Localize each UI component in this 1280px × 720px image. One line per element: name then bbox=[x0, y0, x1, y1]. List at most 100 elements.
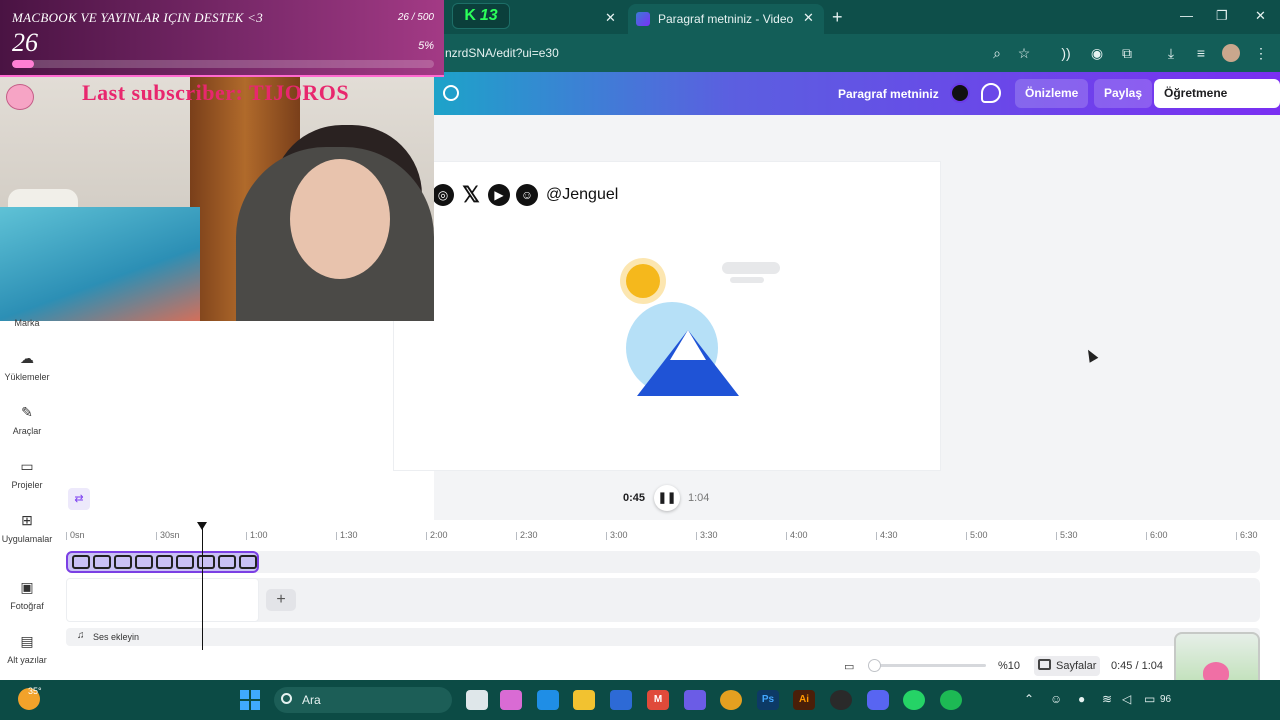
close-tab-icon[interactable]: ✕ bbox=[605, 10, 616, 26]
file-explorer-icon[interactable] bbox=[466, 690, 488, 710]
sidebar-item-label: Projeler bbox=[11, 480, 43, 490]
comment-icon[interactable] bbox=[981, 83, 1001, 103]
canva-header: Paragraf metniniz Önizleme Paylaş Öğretm… bbox=[434, 72, 1280, 129]
window-close-icon[interactable]: ✕ bbox=[1255, 8, 1266, 24]
canva-favicon-icon bbox=[636, 12, 650, 26]
minimize-icon[interactable]: — bbox=[1180, 8, 1193, 23]
mountain-snowcap-graphic bbox=[670, 330, 706, 360]
clip-icon bbox=[72, 555, 90, 569]
webcam-streamer-face bbox=[290, 159, 390, 279]
clip-frame bbox=[92, 555, 111, 569]
captions-icon: ▤ bbox=[20, 633, 34, 649]
edge-icon[interactable] bbox=[537, 690, 559, 710]
add-audio-label[interactable]: Ses ekleyin bbox=[93, 632, 139, 642]
cloud-graphic-small[interactable] bbox=[730, 277, 764, 283]
sidebar-item-brand[interactable]: Marka bbox=[0, 318, 54, 328]
weather-temp: 35° bbox=[28, 686, 42, 696]
copilot-icon[interactable] bbox=[500, 690, 522, 710]
x-twitter-icon: 𝕏 bbox=[462, 182, 480, 207]
illustrator-icon[interactable]: Ai bbox=[793, 690, 815, 710]
read-aloud-icon[interactable]: )) bbox=[1057, 44, 1075, 62]
goal-current: 26 bbox=[12, 28, 38, 57]
pause-button[interactable]: ❚❚ bbox=[654, 485, 680, 511]
volume-icon[interactable]: ◁ bbox=[1122, 692, 1131, 706]
zoom-slider[interactable] bbox=[870, 664, 986, 667]
notes-icon[interactable]: ▭ bbox=[844, 660, 854, 673]
social-handle: @Jenguel bbox=[546, 186, 619, 203]
ai-app-icon[interactable] bbox=[684, 690, 706, 710]
clip-frame bbox=[197, 555, 216, 569]
outlook-icon[interactable] bbox=[610, 690, 632, 710]
sun-graphic[interactable] bbox=[626, 264, 660, 298]
url-text[interactable]: nzrdSNA/edit?ui=e30 bbox=[445, 46, 559, 60]
kirby-sticker-icon bbox=[6, 84, 34, 110]
battery-icon[interactable]: ▭ bbox=[1144, 692, 1155, 706]
media-control-icon[interactable]: ≡ bbox=[1192, 44, 1210, 62]
sidebar-item-uploads[interactable]: ☁ Yüklemeler bbox=[0, 350, 54, 382]
time-readout: 0:45 / 1:04 bbox=[1111, 660, 1163, 672]
whatsapp-icon[interactable] bbox=[903, 690, 925, 710]
cloud-upload-icon: ☁ bbox=[20, 350, 34, 366]
new-tab-icon[interactable]: + bbox=[832, 7, 843, 28]
playhead[interactable] bbox=[202, 524, 203, 650]
total-time: 1:04 bbox=[688, 492, 710, 504]
bookmark-star-icon[interactable]: ☆ bbox=[1015, 44, 1033, 62]
music-note-icon: ♫ bbox=[77, 630, 85, 641]
apps-grid-icon: ⊞ bbox=[21, 512, 33, 528]
clip-frame bbox=[134, 555, 153, 569]
send-to-teacher-button[interactable]: Öğretmene gönder bbox=[1154, 79, 1280, 129]
cloud-saved-icon[interactable] bbox=[443, 85, 459, 101]
download-icon[interactable]: ⤓ bbox=[1162, 44, 1180, 62]
clip-frame bbox=[155, 555, 174, 569]
video-clip[interactable] bbox=[66, 551, 259, 573]
photoshop-icon[interactable]: Ps bbox=[757, 690, 779, 710]
resize-canvas-icon[interactable]: ⇄ bbox=[68, 488, 90, 510]
wifi-icon[interactable]: ≋ bbox=[1102, 692, 1112, 706]
folder-icon[interactable] bbox=[573, 690, 595, 710]
sidebar-item-apps[interactable]: ⊞ Uygulamalar bbox=[0, 512, 54, 544]
microphone-icon[interactable]: ● bbox=[1078, 692, 1085, 706]
cloud-graphic[interactable] bbox=[722, 262, 780, 274]
spotify-icon[interactable] bbox=[940, 690, 962, 710]
timeline-tick-label: 1:30 bbox=[336, 530, 358, 540]
windows-start-icon[interactable] bbox=[240, 690, 260, 710]
obs-icon[interactable] bbox=[830, 690, 852, 710]
audio-track[interactable] bbox=[66, 628, 1260, 646]
maximize-icon[interactable]: ❐ bbox=[1216, 8, 1228, 24]
timeline-ruler[interactable]: 0sn 30sn 1:00 1:30 2:00 2:30 3:00 3:30 4:00 4:30 5… bbox=[66, 528, 1260, 542]
tray-overflow-icon[interactable]: ⌃ bbox=[1024, 692, 1034, 706]
zoom-slider-knob[interactable] bbox=[868, 659, 881, 672]
instagram-icon: ◎ bbox=[432, 184, 454, 206]
discord-icon[interactable] bbox=[867, 690, 889, 710]
profile-avatar[interactable] bbox=[1222, 44, 1240, 62]
sidebar-item-label: Fotoğraf bbox=[10, 601, 44, 611]
preview-button[interactable]: Önizleme bbox=[1015, 79, 1089, 108]
add-page-button[interactable]: + bbox=[266, 589, 296, 611]
close-tab-icon[interactable]: ✕ bbox=[803, 10, 814, 26]
menu-kebab-icon[interactable]: ⋮ bbox=[1252, 44, 1270, 62]
sidebar-item-tools[interactable]: ✎ Araçlar bbox=[0, 404, 54, 436]
pen-icon: ✎ bbox=[21, 404, 33, 420]
gmail-icon[interactable]: M bbox=[647, 690, 669, 710]
last-subscriber-text: Last subscriber: TIJOROS bbox=[82, 80, 350, 105]
extensions-icon[interactable]: ⧉ bbox=[1118, 44, 1136, 62]
browser-tab-extension[interactable]: K 13 bbox=[452, 3, 510, 29]
browser-tab-video[interactable]: Paragraf metniniz - Video bbox=[628, 4, 824, 34]
sidebar-item-captions[interactable]: ▤ Alt yazılar bbox=[0, 633, 54, 665]
shazam-icon[interactable]: ◉ bbox=[1088, 44, 1106, 62]
timeline-tick-label: 6:00 bbox=[1146, 530, 1168, 540]
taskbar-search[interactable]: Ara bbox=[274, 687, 452, 713]
timeline-tick-label: 2:30 bbox=[516, 530, 538, 540]
tray-discord-icon[interactable]: ☺ bbox=[1050, 692, 1062, 706]
user-avatar[interactable] bbox=[950, 83, 970, 103]
clip-frame bbox=[113, 555, 132, 569]
page-thumbnail[interactable] bbox=[66, 578, 259, 622]
search-icon[interactable]: ⌕ bbox=[988, 44, 1006, 62]
current-time: 0:45 bbox=[623, 492, 646, 504]
sidebar-item-projects[interactable]: ▭ Projeler bbox=[0, 458, 54, 490]
timeline-tick-label: 4:00 bbox=[786, 530, 808, 540]
document-title[interactable]: Paragraf metniniz bbox=[838, 87, 939, 101]
share-button[interactable]: Paylaş bbox=[1094, 79, 1153, 108]
chrome-icon[interactable] bbox=[720, 690, 742, 710]
sidebar-item-photos[interactable]: ▣ Fotoğraf bbox=[0, 579, 54, 611]
